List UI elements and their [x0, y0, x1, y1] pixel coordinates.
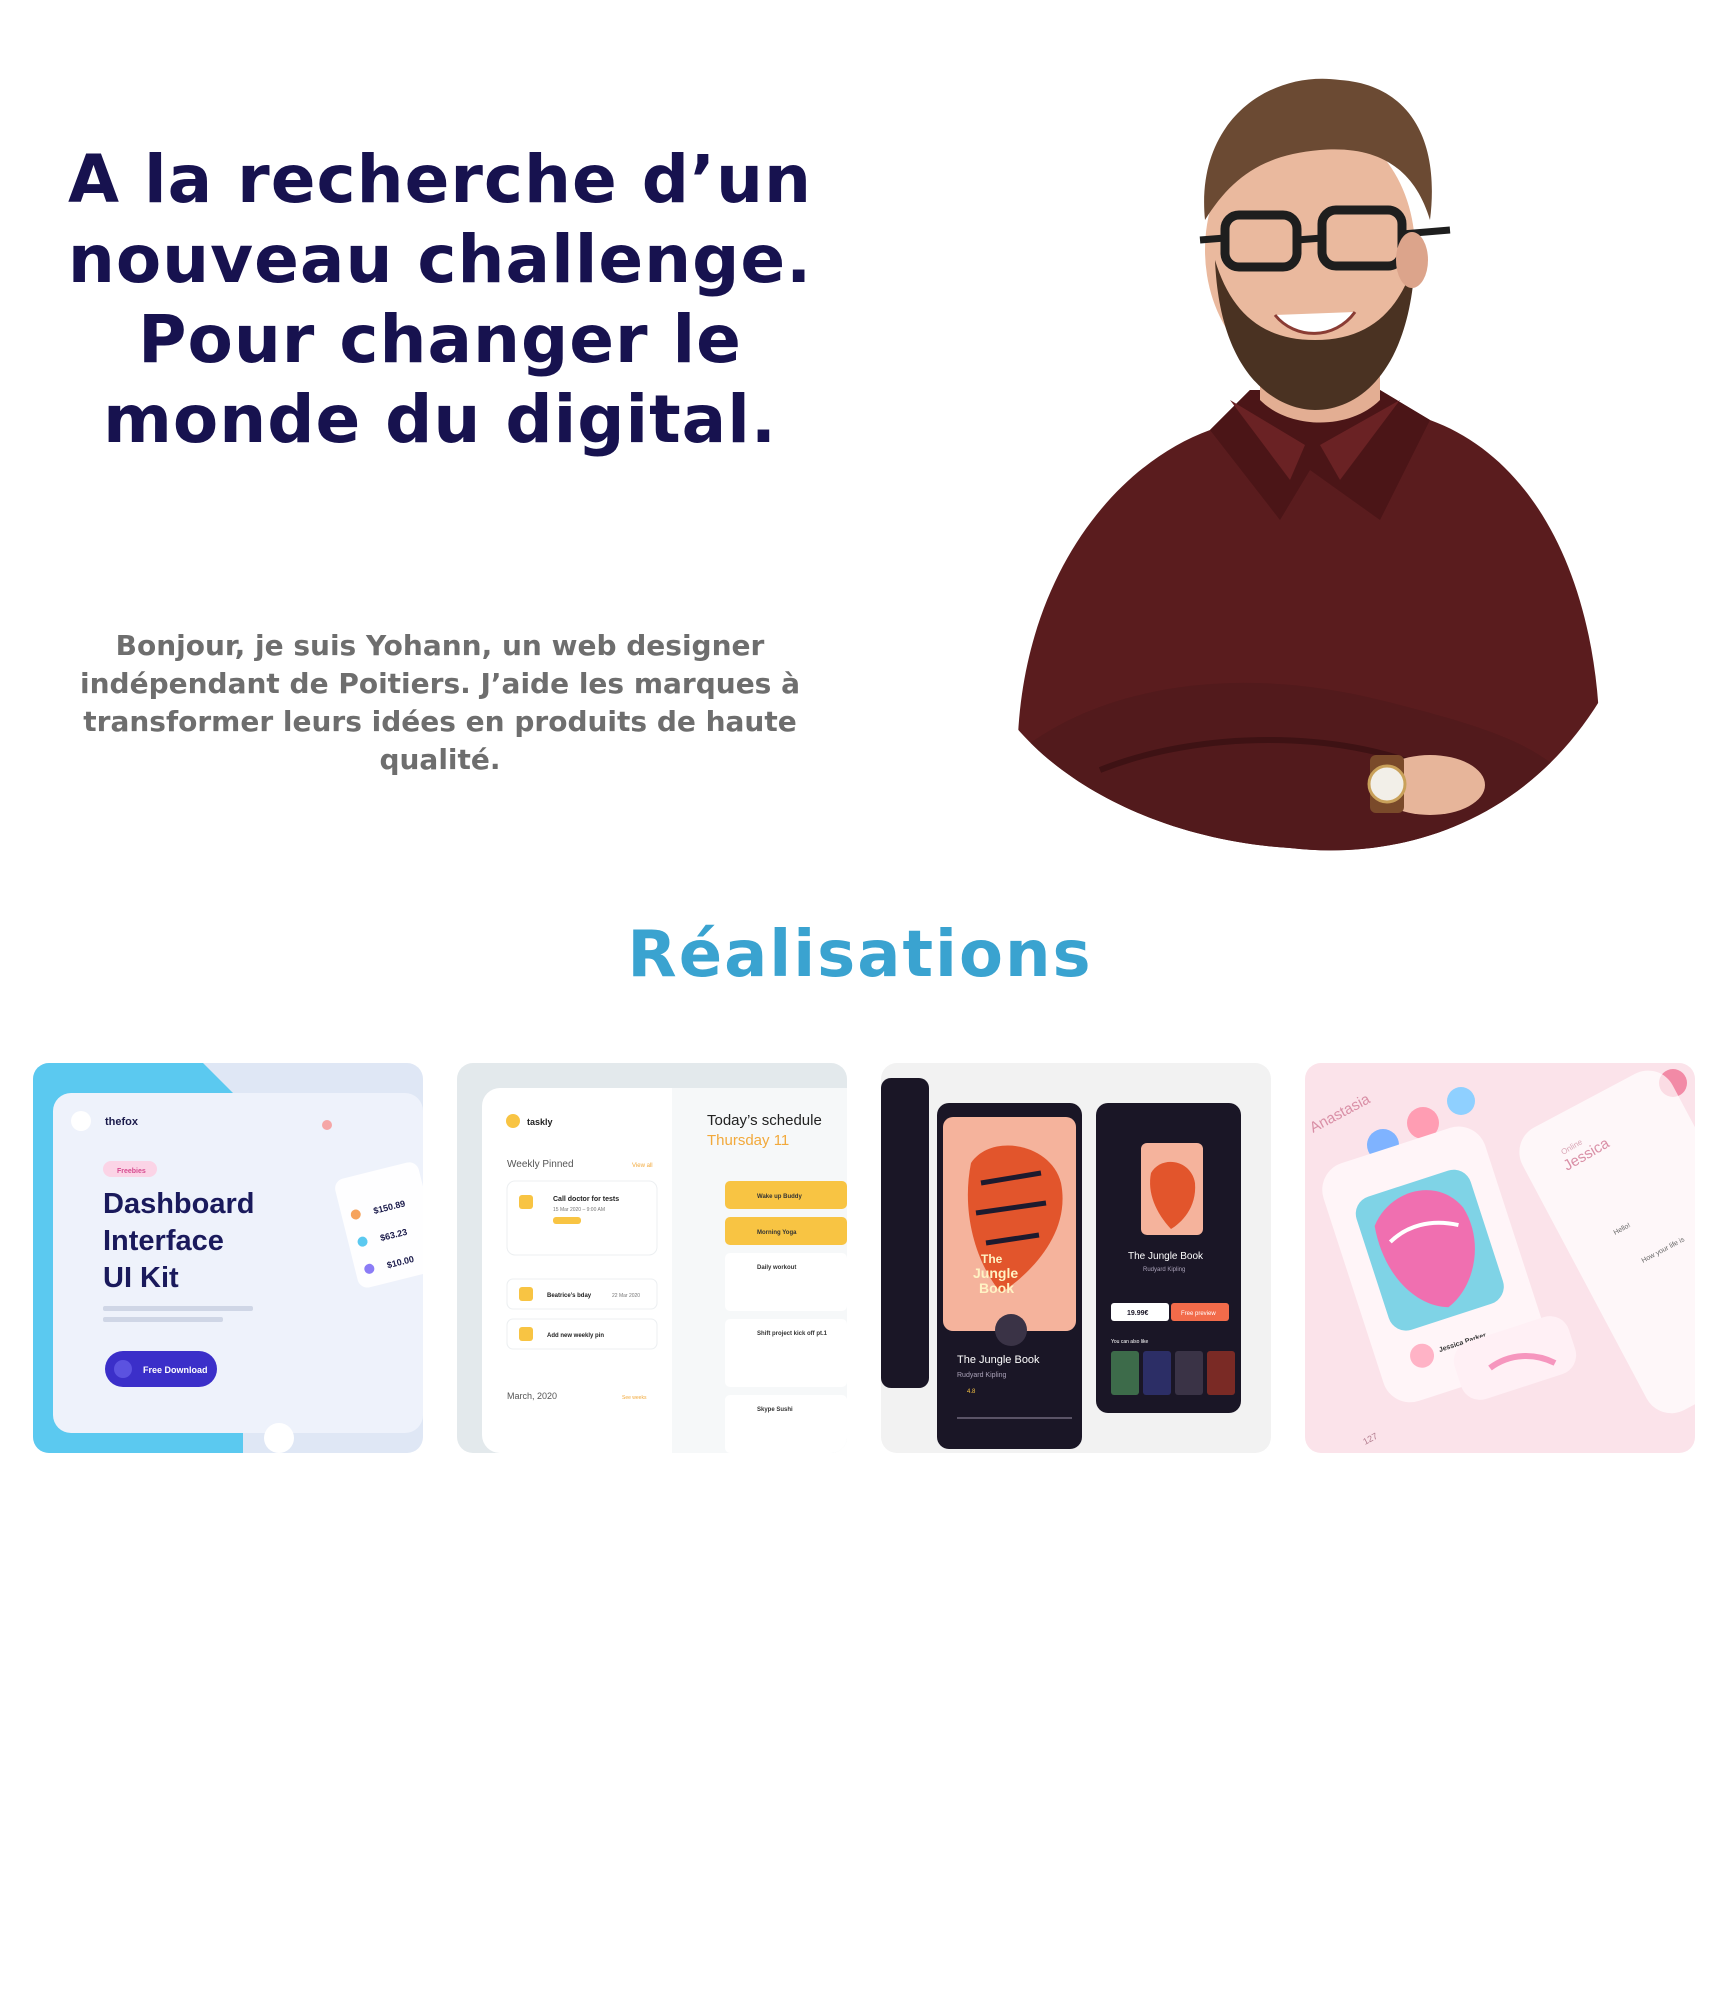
taskly-view-all: View all — [632, 1163, 653, 1169]
taskly-month: March, 2020 — [507, 1391, 557, 1401]
taskly-task-1: Call doctor for tests — [553, 1196, 619, 1203]
dashboard-title-2: Interface — [103, 1225, 224, 1257]
jungle-cover-text-2: Jungle — [973, 1265, 1018, 1281]
taskly-task-1-date: 15 Mar 2020 – 9:00 AM — [553, 1207, 605, 1213]
jungle-book-author: Rudyard Kipling — [957, 1372, 1007, 1379]
jungle-detail-author: Rudyard Kipling — [1143, 1267, 1185, 1273]
portfolio-card-dashboard[interactable]: thefox Freebies Dashboard Interface UI K… — [33, 1063, 423, 1453]
jungle-cover-text-3: Book — [979, 1280, 1014, 1296]
taskly-see-weeks: See weeks — [622, 1395, 647, 1401]
taskly-slot-2: Morning Yoga — [757, 1230, 797, 1236]
portfolio-card-taskly[interactable]: taskly Weekly Pinned View all Call docto… — [457, 1063, 847, 1453]
taskly-schedule-title: Today’s schedule — [707, 1112, 822, 1129]
taskly-slot-5: Skype Sushi — [757, 1407, 793, 1413]
jungle-book-rating: 4.8 — [967, 1389, 976, 1395]
taskly-slot-4: Shift project kick off pt.1 — [757, 1331, 828, 1337]
dashboard-button: Free Download — [143, 1365, 208, 1375]
portfolio-card-jungle-book[interactable]: The Jungle Book The Jungle Book Rudyard … — [881, 1063, 1271, 1453]
taskly-pinned: Weekly Pinned — [507, 1159, 574, 1170]
section-title-realisations: Réalisations — [627, 918, 1093, 992]
taskly-slot-3: Daily workout — [757, 1265, 796, 1271]
hero-intro: Bonjour, je suis Yohann, un web designer… — [80, 629, 800, 776]
dashboard-tag: Freebies — [117, 1168, 146, 1175]
jungle-book-preview: The Jungle Book The Jungle Book Rudyard … — [881, 1063, 1271, 1453]
jungle-also-like: You can also like — [1111, 1339, 1149, 1345]
dashboard-title-3: UI Kit — [103, 1262, 179, 1294]
taskly-task-2: Beatrice’s bday — [547, 1293, 592, 1299]
taskly-schedule-date: Thursday 11 — [707, 1132, 789, 1149]
taskly-slot-1: Wake up Buddy — [757, 1194, 802, 1200]
jungle-cover-text-1: The — [981, 1252, 1003, 1266]
jungle-book-title: The Jungle Book — [957, 1354, 1040, 1366]
portfolio-card-chat-app[interactable]: Anastasia Jessica Parker Online Jessica … — [1305, 1063, 1695, 1453]
dashboard-brand: thefox — [105, 1116, 139, 1128]
taskly-task-2-date: 22 Mar 2020 — [612, 1293, 640, 1299]
jungle-preview-button: Free preview — [1181, 1311, 1216, 1317]
hero-title: A la recherche d’un nouveau challenge. P… — [67, 141, 813, 458]
jungle-detail-title: The Jungle Book — [1128, 1251, 1204, 1262]
dashboard-title-1: Dashboard — [103, 1188, 254, 1220]
taskly-preview: taskly Weekly Pinned View all Call docto… — [457, 1063, 847, 1453]
portrait-photo — [960, 50, 1600, 860]
taskly-task-3: Add new weekly pin — [547, 1333, 604, 1339]
dashboard-preview: thefox Freebies Dashboard Interface UI K… — [33, 1063, 423, 1453]
jungle-price: 19.99€ — [1127, 1310, 1149, 1317]
chat-app-preview: Anastasia Jessica Parker Online Jessica … — [1305, 1063, 1695, 1453]
taskly-brand: taskly — [527, 1117, 553, 1127]
portrait-illustration — [980, 78, 1600, 851]
